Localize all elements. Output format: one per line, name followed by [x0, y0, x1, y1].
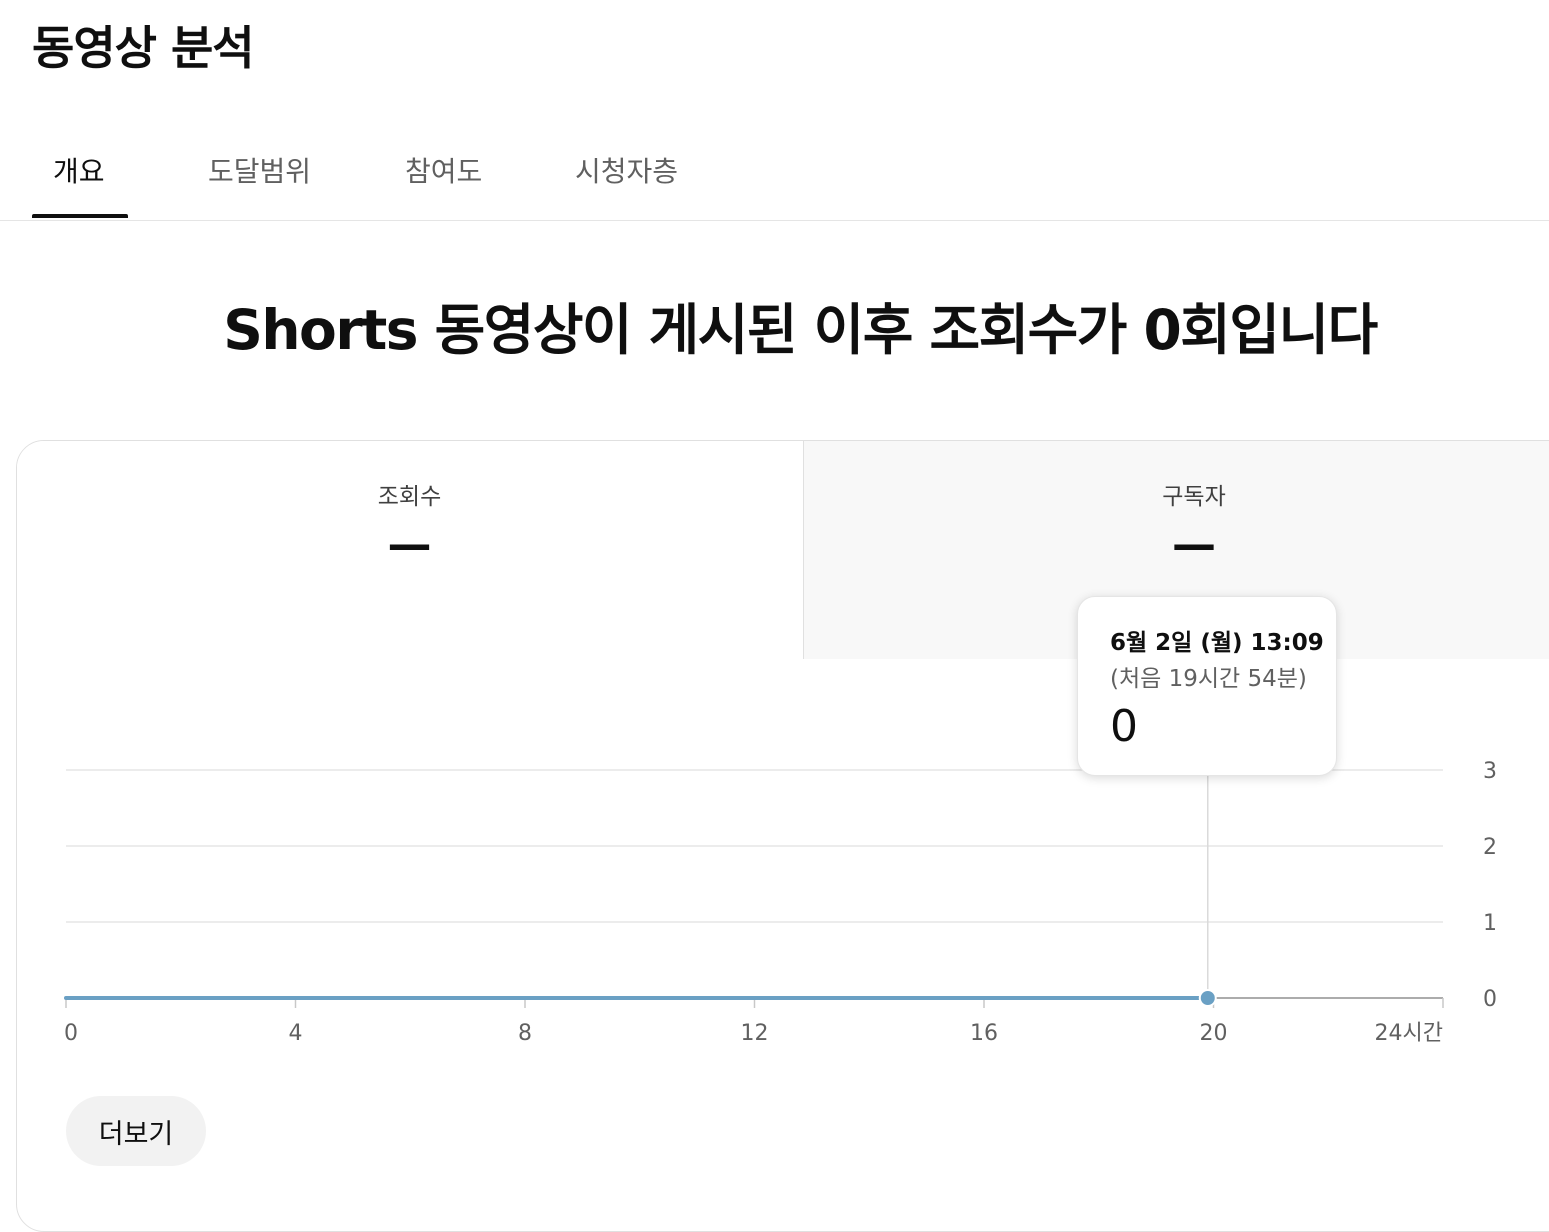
x-tick-label: 20	[1200, 1021, 1228, 1046]
tooltip-elapsed-time: (처음 19시간 54분)	[1110, 666, 1307, 692]
y-tick-label: 3	[1483, 759, 1497, 784]
highlight-data-point	[1198, 989, 1217, 1007]
x-tick-label: 8	[518, 1021, 532, 1046]
x-tick-label: 0	[64, 1021, 78, 1046]
y-tick-label: 2	[1483, 835, 1497, 860]
tooltip-date: 6월 2일 (월) 13:09	[1110, 630, 1324, 656]
y-tick-label: 0	[1483, 987, 1497, 1012]
more-button[interactable]: 더보기	[66, 1096, 206, 1166]
x-tick-label: 16	[970, 1021, 998, 1046]
y-tick-label: 1	[1483, 911, 1497, 936]
tooltip-value: 0	[1110, 701, 1138, 752]
chart-tooltip: 6월 2일 (월) 13:09 (처음 19시간 54분) 0	[1077, 596, 1337, 776]
x-tick-label: 4	[289, 1021, 303, 1046]
x-tick-label: 12	[741, 1021, 769, 1046]
x-tick-label: 24시간	[1375, 1021, 1443, 1046]
